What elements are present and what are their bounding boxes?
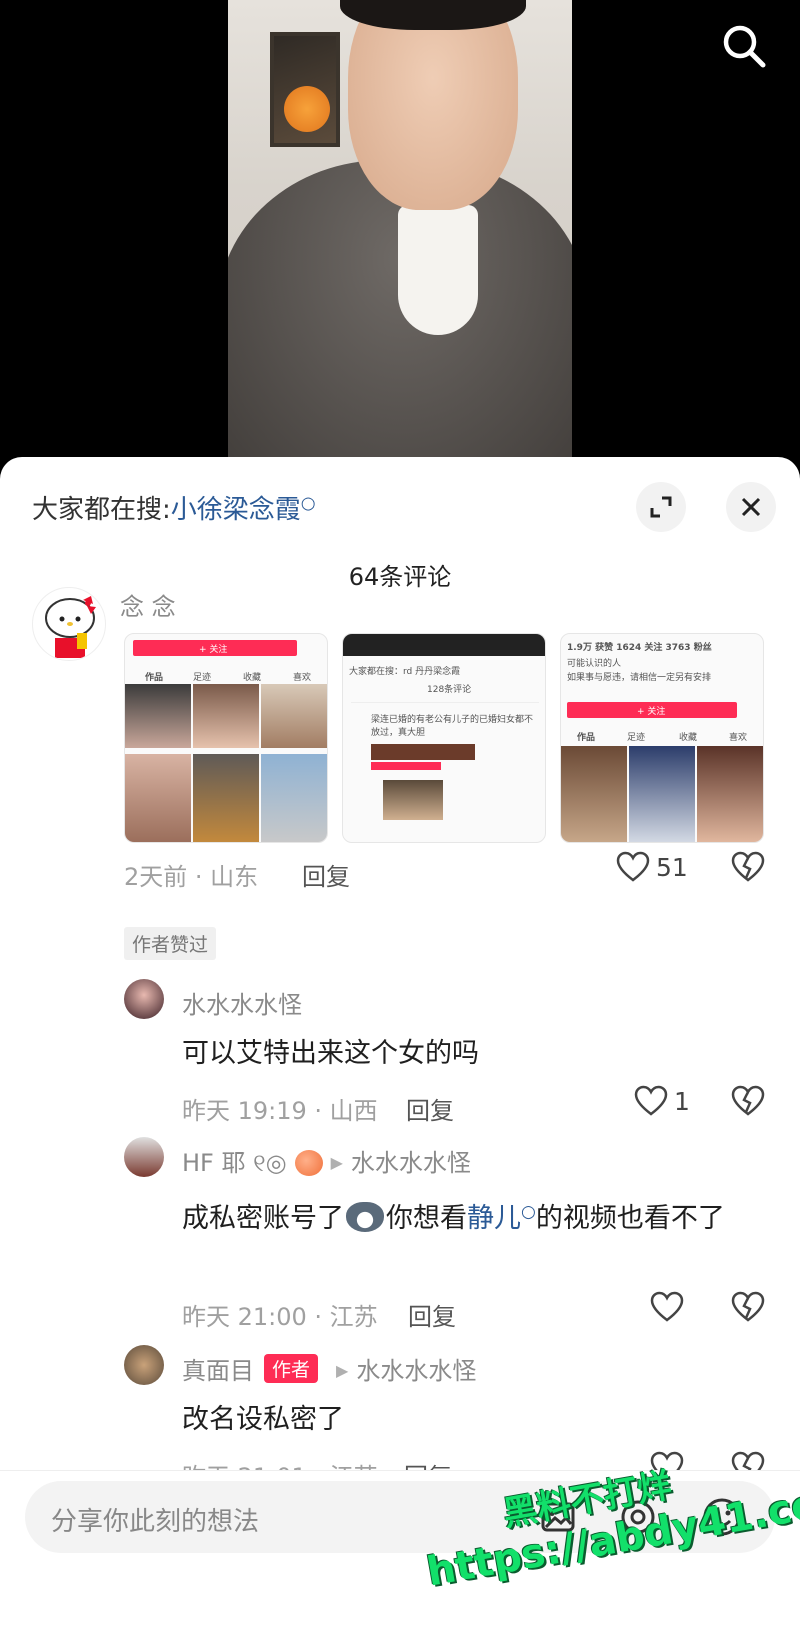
- hot-search-keyword[interactable]: 小徐梁念霞: [171, 495, 301, 525]
- comment-images[interactable]: + 关注 作品 足迹 收藏 喜欢 大家都在搜：rd 丹丹梁念霞 128条评论 梁…: [124, 633, 768, 843]
- follow-label: + 关注: [199, 645, 228, 655]
- dog-emoji: [346, 1202, 384, 1232]
- dislike-button[interactable]: [731, 851, 765, 887]
- heart-icon: [634, 1085, 668, 1116]
- wall-painting: [270, 32, 340, 147]
- comment-text: 可以艾特出来这个女的吗: [182, 1038, 479, 1069]
- comment-reply-header: 真面目 作者 ▶ 水水水水怪: [182, 1351, 476, 1386]
- person-face: [348, 0, 518, 210]
- comment-time-location: 昨天 21:00 · 江苏: [182, 1303, 378, 1331]
- like-button[interactable]: [650, 1291, 684, 1323]
- input-placeholder: 分享你此刻的想法: [51, 1507, 260, 1537]
- search-icon[interactable]: [718, 20, 770, 72]
- hot-search-prefix: 大家都在搜:: [32, 495, 171, 525]
- comment-text: 成私密账号了 你想看静儿○的视频也看不了: [182, 1202, 725, 1234]
- avatar[interactable]: [32, 587, 106, 661]
- heart-icon: [616, 851, 650, 882]
- reply-target[interactable]: 水水水水怪: [351, 1149, 471, 1177]
- like-button[interactable]: 1: [634, 1085, 690, 1117]
- like-count: 1: [674, 1086, 690, 1116]
- dislike-button[interactable]: [731, 1291, 765, 1327]
- close-button[interactable]: [726, 482, 776, 532]
- expand-button[interactable]: [636, 482, 686, 532]
- reply-target[interactable]: 水水水水怪: [356, 1357, 476, 1385]
- hot-search[interactable]: 大家都在搜:小徐梁念霞○: [32, 489, 316, 526]
- reply-arrow-icon: ▶: [336, 1361, 349, 1380]
- comment-username[interactable]: 真面目: [182, 1357, 254, 1385]
- broken-heart-icon: [731, 851, 765, 882]
- comment-username[interactable]: 念 念: [120, 587, 176, 622]
- comment-time-location: 2天前 · 山东: [124, 863, 259, 891]
- sheet-header: 大家都在搜:小徐梁念霞○: [0, 457, 800, 537]
- broken-heart-icon: [731, 1291, 765, 1322]
- video-frame: [228, 0, 572, 470]
- comment-text: 改名设私密了: [182, 1404, 344, 1435]
- reply-arrow-icon: ▶: [330, 1153, 343, 1172]
- dislike-button[interactable]: [731, 1085, 765, 1121]
- comment-username[interactable]: HF 耶 ୧◎: [182, 1149, 287, 1177]
- like-count: 51: [656, 852, 688, 882]
- video-player[interactable]: [0, 0, 800, 470]
- author-badge: 作者: [264, 1354, 319, 1383]
- reply-button[interactable]: 回复: [406, 1091, 454, 1126]
- search-hint-icon: ○: [300, 493, 316, 514]
- reply-button[interactable]: 回复: [302, 857, 350, 892]
- comment-time-location: 昨天 19:19 · 山西: [182, 1097, 378, 1125]
- avatar[interactable]: [124, 979, 164, 1019]
- comment-image[interactable]: + 关注 作品 足迹 收藏 喜欢: [124, 633, 328, 843]
- comment-image[interactable]: 1.9万 获赞 1624 关注 3763 粉丝 可能认识的人 如果事与愿违，请相…: [560, 633, 764, 843]
- avatar[interactable]: [124, 1345, 164, 1385]
- heart-icon: [650, 1291, 684, 1322]
- comment-image[interactable]: 大家都在搜：rd 丹丹梁念霞 128条评论 梁连已婚的有老公有儿子的已婚妇女都不…: [342, 633, 546, 843]
- mention-link[interactable]: 静儿: [467, 1203, 521, 1234]
- avatar[interactable]: [124, 1137, 164, 1177]
- search-hint-icon: ○: [521, 1202, 536, 1222]
- comment-reply-header: HF 耶 ୧◎ ▶ 水水水水怪: [182, 1143, 471, 1178]
- author-liked-badge: 作者赞过: [124, 927, 217, 960]
- broken-heart-icon: [731, 1085, 765, 1116]
- like-button[interactable]: 51: [616, 851, 688, 883]
- close-icon: [741, 497, 761, 517]
- peach-emoji: [294, 1150, 323, 1176]
- comment-username[interactable]: 水水水水怪: [182, 985, 302, 1020]
- expand-icon: [650, 496, 672, 518]
- person-shirt: [398, 205, 478, 335]
- reply-button[interactable]: 回复: [408, 1297, 456, 1332]
